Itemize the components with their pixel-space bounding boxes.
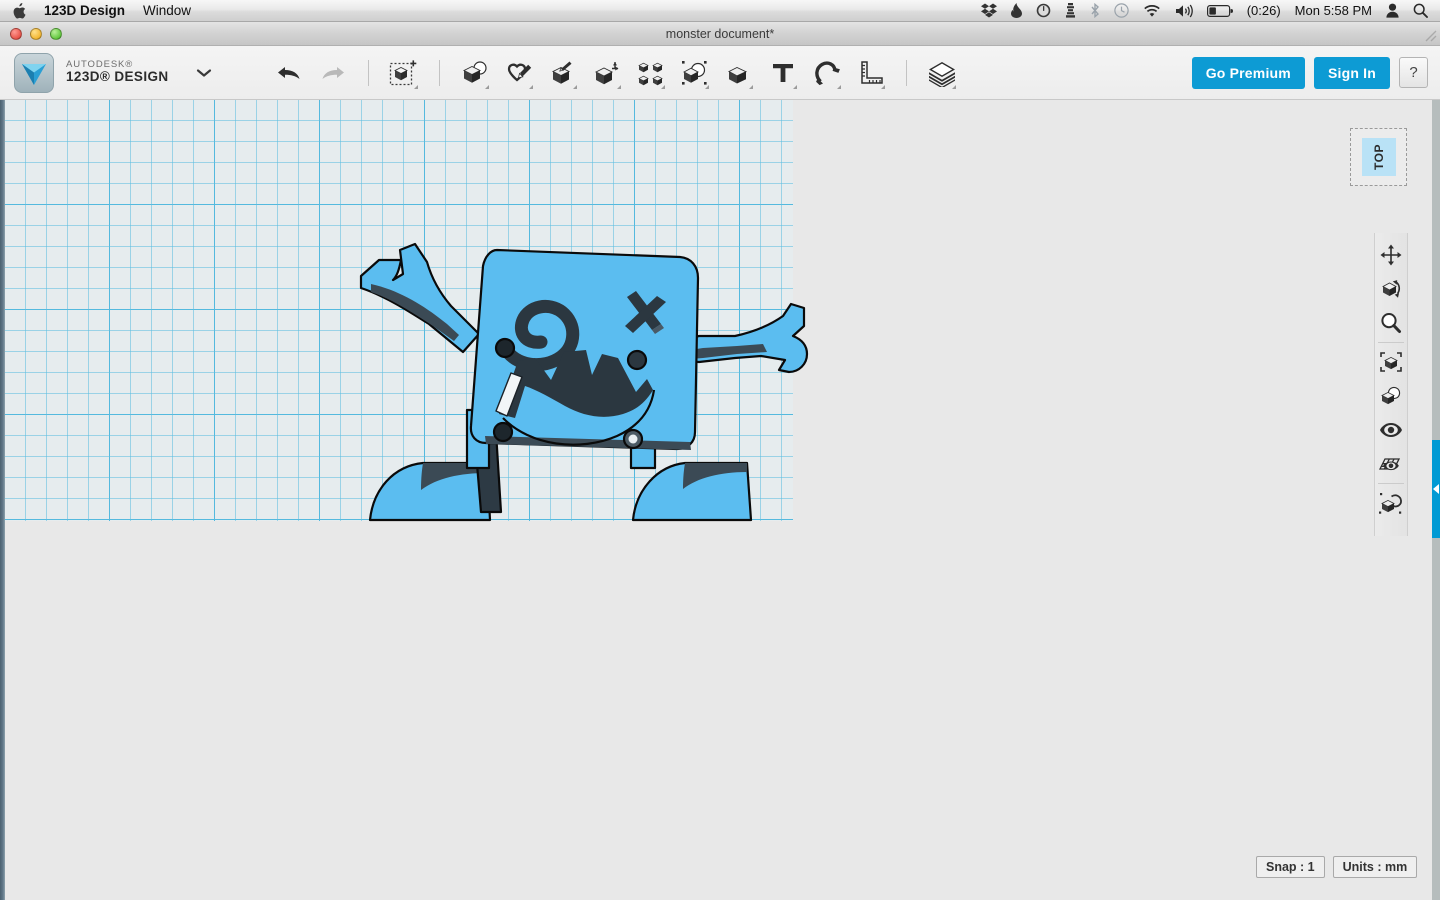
menubar-app-name[interactable]: 123D Design [44, 3, 125, 18]
dropdown-caret-icon [951, 84, 956, 89]
transform-button[interactable] [387, 56, 421, 90]
window-titlebar: monster document* [0, 22, 1440, 46]
dropdown-caret-icon [484, 84, 489, 89]
redo-button[interactable] [316, 56, 350, 90]
dropdown-caret-icon [616, 84, 621, 89]
chess-pawn-icon[interactable] [1065, 3, 1076, 18]
dropdown-caret-icon [704, 84, 709, 89]
dropdown-caret-icon [413, 84, 418, 89]
toolbar-separator [438, 59, 440, 86]
brand-text: AUTODESK® 123D® DESIGN [66, 59, 169, 85]
status-bar: Snap : 1 Units : mm [1256, 856, 1418, 878]
sign-in-button[interactable]: Sign In [1313, 56, 1390, 89]
units-status[interactable]: Units : mm [1332, 856, 1418, 878]
navbar-separator [1378, 342, 1404, 343]
brand-line-product: 123D® DESIGN [66, 69, 169, 85]
menubar-clock[interactable]: Mon 5:58 PM [1295, 3, 1372, 18]
clock-icon[interactable] [1036, 3, 1051, 18]
dropdown-caret-icon [660, 84, 665, 89]
dropdown-caret-icon [528, 84, 533, 89]
minimize-button[interactable] [30, 28, 42, 40]
expand-panel-tab[interactable] [1432, 440, 1440, 538]
dropdown-caret-icon [836, 84, 841, 89]
hide-tool[interactable] [1376, 379, 1406, 413]
search-icon[interactable] [1413, 3, 1428, 18]
user-icon[interactable] [1386, 3, 1399, 18]
toolbar-buttons [267, 56, 964, 90]
brand-area: AUTODESK® 123D® DESIGN [14, 52, 215, 93]
undo-button[interactable] [272, 56, 306, 90]
battery-icon[interactable] [1206, 4, 1233, 17]
view-cube[interactable]: TOP [1350, 128, 1407, 186]
primitives-button[interactable] [458, 56, 492, 90]
toolbar-right-area: Go Premium Sign In ? [1191, 56, 1440, 89]
zoom-tool[interactable] [1376, 306, 1406, 340]
window-controls [10, 28, 62, 40]
orbit-tool[interactable] [1376, 272, 1406, 306]
combine-button[interactable] [722, 56, 756, 90]
dropdown-caret-icon [880, 84, 885, 89]
go-premium-button[interactable]: Go Premium [1191, 56, 1305, 89]
monster-model[interactable] [355, 240, 810, 540]
window-title: monster document* [665, 26, 775, 41]
macos-menubar: 123D Design Window (0:26) Mon 5:58 PM [0, 0, 1440, 22]
text-button[interactable] [766, 56, 800, 90]
toolbar-separator [367, 59, 369, 86]
fit-tool[interactable] [1376, 345, 1406, 379]
dropdown-caret-icon [748, 84, 753, 89]
pattern-button[interactable] [634, 56, 668, 90]
flame-icon[interactable] [1010, 3, 1022, 18]
view-cube-face-top[interactable]: TOP [1361, 138, 1396, 176]
pan-tool[interactable] [1376, 238, 1406, 272]
bluetooth-icon[interactable] [1090, 3, 1100, 18]
menubar-item-window[interactable]: Window [143, 3, 191, 18]
dropdown-caret-icon [792, 84, 797, 89]
materials-button[interactable] [925, 56, 959, 90]
autodesk-123d-logo-icon [14, 52, 54, 93]
measure-button[interactable] [854, 56, 888, 90]
zoom-button[interactable] [50, 28, 62, 40]
volume-icon[interactable] [1175, 4, 1193, 18]
resize-corner-icon[interactable] [1421, 26, 1437, 42]
snap-status[interactable]: Snap : 1 [1256, 856, 1325, 878]
menubar-status-area: (0:26) Mon 5:58 PM [980, 3, 1440, 18]
dropdown-caret-icon [572, 84, 577, 89]
modify-button[interactable] [590, 56, 624, 90]
close-button[interactable] [10, 28, 22, 40]
battery-time-label: (0:26) [1246, 3, 1281, 18]
chevron-down-icon[interactable] [193, 62, 215, 84]
time-machine-icon[interactable] [1114, 3, 1129, 18]
grouping-button[interactable] [678, 56, 712, 90]
wifi-icon[interactable] [1143, 4, 1161, 18]
apple-icon[interactable] [12, 2, 26, 19]
visibility-tool[interactable] [1376, 413, 1406, 447]
snap-object-tool[interactable] [1376, 486, 1406, 520]
chevron-left-icon [1433, 484, 1439, 494]
snap-button[interactable] [810, 56, 844, 90]
sketch-button[interactable] [502, 56, 536, 90]
navbar-separator [1378, 483, 1404, 484]
navigation-toolbar [1374, 233, 1408, 536]
grid-display-tool[interactable] [1376, 447, 1406, 481]
design-canvas[interactable] [0, 100, 1432, 900]
help-button[interactable]: ? [1399, 57, 1428, 88]
construct-button[interactable] [546, 56, 580, 90]
toolbar-separator [905, 59, 907, 86]
app-toolbar: AUTODESK® 123D® DESIGN Go Premium Sign I… [0, 46, 1440, 100]
view-cube-label: TOP [1371, 144, 1386, 170]
dropbox-icon[interactable] [980, 3, 997, 18]
